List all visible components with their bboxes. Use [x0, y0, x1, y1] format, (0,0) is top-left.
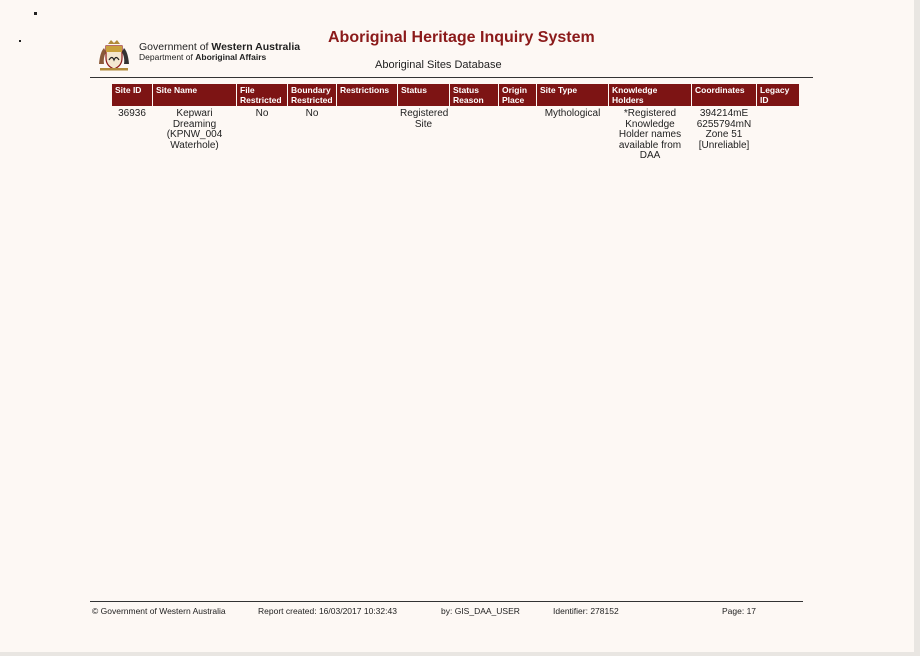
- column-header: File Restricted: [237, 84, 287, 106]
- footer-page-number: Page: 17: [722, 606, 757, 616]
- cell-legacy-id: [757, 108, 799, 163]
- column-header: Status Reason: [450, 84, 498, 106]
- footer-divider: [90, 601, 803, 602]
- database-name: Aboriginal Sites Database: [375, 59, 502, 71]
- footer-identifier: Identifier: 278152: [553, 606, 619, 616]
- cell-origin-place-id: [499, 108, 536, 163]
- footer-copyright: © Government of Western Australia: [92, 606, 226, 616]
- page-edge-bottom: [0, 652, 920, 656]
- column-header: Origin Place ID: [499, 84, 536, 106]
- sites-table: Site ID Site Name File Restricted Bounda…: [112, 84, 800, 163]
- column-header: Restrictions: [337, 84, 397, 106]
- column-header: Boundary Restricted: [288, 84, 336, 106]
- footer-report-created: Report created: 16/03/2017 10:32:43: [258, 606, 397, 616]
- column-header: Coordinates: [692, 84, 756, 106]
- scan-speck: [34, 12, 37, 15]
- footer-user: by: GIS_DAA_USER: [441, 606, 520, 616]
- column-header: Site Name: [153, 84, 236, 106]
- cell-site-type: Mythological: [544, 108, 601, 119]
- column-header: Site ID: [112, 84, 152, 106]
- table-header-row: Site ID Site Name File Restricted Bounda…: [112, 84, 800, 106]
- table-row: 36936 Kepwari Dreaming (KPNW_004 Waterho…: [112, 108, 800, 163]
- government-branding: Government of Western Australia Departme…: [139, 41, 300, 63]
- system-title: Aboriginal Heritage Inquiry System: [328, 29, 595, 46]
- scan-speck: [19, 40, 21, 42]
- cell-file-restricted: No: [255, 108, 269, 119]
- column-header: Knowledge Holders: [609, 84, 691, 106]
- cell-site-id: 36936: [118, 108, 146, 119]
- header-divider: [90, 77, 813, 78]
- column-header: Status: [398, 84, 449, 106]
- wa-crest-logo-icon: [99, 40, 129, 71]
- cell-status-reason: [450, 108, 498, 163]
- cell-boundary-restricted: No: [305, 108, 319, 119]
- cell-knowledge-holders: *Registered Knowledge Holder names avail…: [618, 108, 682, 161]
- cell-site-name: Kepwari Dreaming (KPNW_004 Waterhole): [166, 108, 223, 151]
- cell-coordinates: 394214mE 6255794mN Zone 51 [Unreliable]: [696, 108, 752, 151]
- page-edge-right: [914, 0, 920, 656]
- cell-restrictions: [337, 108, 397, 163]
- cell-status: Registered Site: [400, 108, 449, 130]
- column-header: Legacy ID: [757, 84, 799, 106]
- column-header: Site Type: [537, 84, 608, 106]
- department-name: Department of Aboriginal Affairs: [139, 52, 267, 63]
